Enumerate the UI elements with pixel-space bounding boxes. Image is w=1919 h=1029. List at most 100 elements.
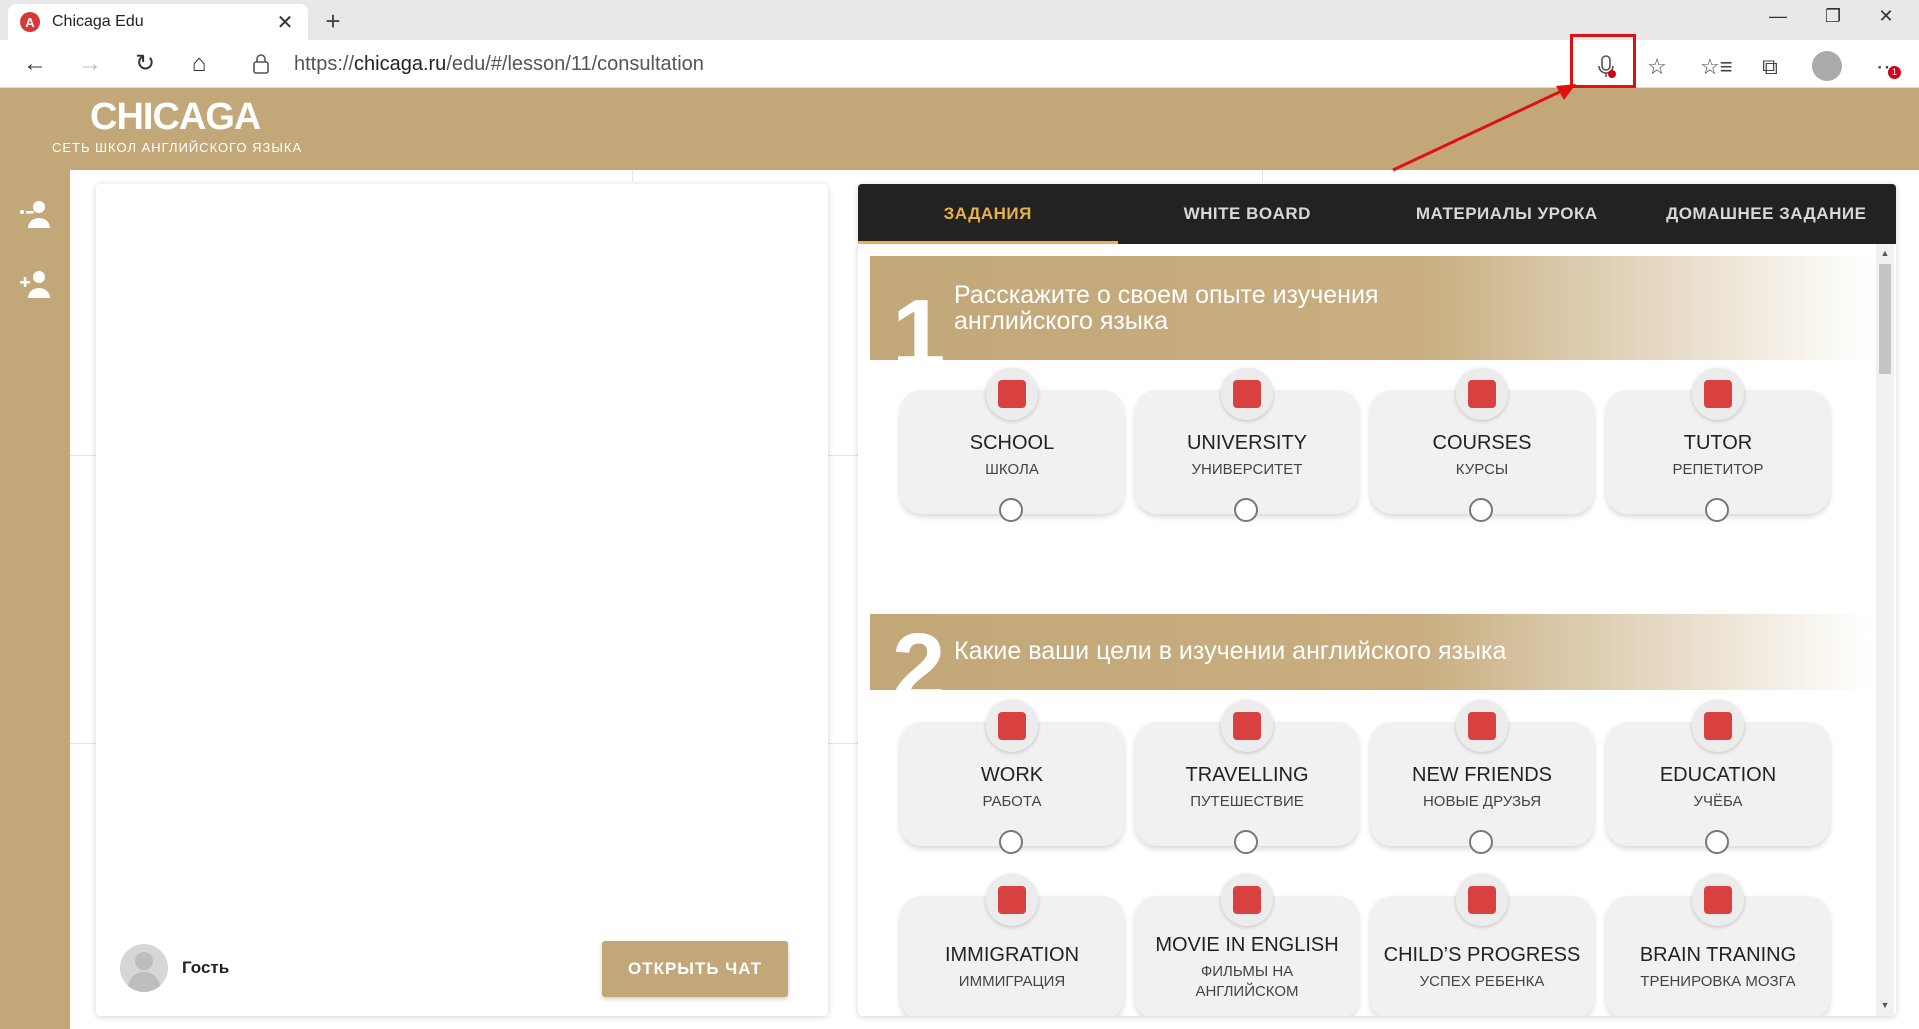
- option-card[interactable]: CHILD’S PROGRESS УСПЕХ РЕБЕНКА: [1370, 874, 1594, 1016]
- option-label-ru: ПУТЕШЕСТВИЕ: [1190, 793, 1304, 810]
- option-card[interactable]: TRAVELLING ПУТЕШЕСТВИЕ: [1135, 700, 1359, 854]
- option-label-ru: ТРЕНИРОВКА МОЗГА: [1640, 973, 1796, 990]
- option-label-ru: НОВЫЕ ДРУЗЬЯ: [1422, 793, 1542, 810]
- option-radio[interactable]: [999, 498, 1023, 522]
- collections-icon[interactable]: ⧉: [1755, 52, 1785, 82]
- open-chat-button[interactable]: ОТКРЫТЬ ЧАТ: [602, 941, 788, 997]
- option-label-en: WORK: [980, 764, 1044, 786]
- option-card[interactable]: TUTOR РЕПЕТИТОР: [1606, 368, 1830, 522]
- notification-badge: 1: [1888, 66, 1901, 79]
- graduate-icon: [1692, 700, 1744, 752]
- option-card[interactable]: UNIVERSITY УНИВЕРСИТЕТ: [1135, 368, 1359, 522]
- site-header: CHICAGA СЕТЬ ШКОЛ АНГЛИЙСКОГО ЯЗЫКА: [0, 88, 1919, 170]
- option-label-ru: РЕПЕТИТОР: [1672, 461, 1764, 478]
- tasks-scroll-area[interactable]: 1 Расскажите о своем опыте изучения англ…: [858, 244, 1896, 1016]
- scroll-up-icon[interactable]: ▲: [1880, 248, 1890, 258]
- close-tab-icon[interactable]: ✕: [274, 10, 296, 35]
- option-label-ru: ФИЛЬМЫ НА АНГЛИЙСКОМ: [1195, 963, 1299, 1000]
- highlight-box: [1570, 34, 1636, 88]
- option-label-en: EDUCATION: [1659, 764, 1777, 786]
- child-icon: [1456, 874, 1508, 926]
- option-card[interactable]: COURSES КУРСЫ: [1370, 368, 1594, 522]
- chat-panel: Гость ОТКРЫТЬ ЧАТ: [96, 184, 828, 1016]
- home-icon[interactable]: ⌂: [182, 48, 216, 80]
- scroll-thumb[interactable]: [1879, 264, 1891, 374]
- option-label-en: TUTOR: [1683, 432, 1753, 454]
- option-card[interactable]: WORK РАБОТА: [900, 700, 1124, 854]
- option-label-en: MOVIE IN ENGLISH: [1155, 934, 1339, 956]
- minimize-icon[interactable]: —: [1758, 6, 1798, 27]
- back-icon[interactable]: ←: [18, 48, 52, 80]
- lesson-panel: ЗАДАНИЯ WHITE BOARD МАТЕРИАЛЫ УРОКА ДОМА…: [858, 184, 1896, 1016]
- option-radio[interactable]: [1705, 498, 1729, 522]
- travel-icon: [1221, 700, 1273, 752]
- option-radio[interactable]: [1469, 498, 1493, 522]
- option-label-ru: КУРСЫ: [1455, 461, 1509, 478]
- section-2-header: 2 Какие ваши цели в изучении английского…: [870, 614, 1870, 690]
- address-bar[interactable]: https://chicaga.ru/edu/#/lesson/11/consu…: [236, 45, 1706, 83]
- browser-tab[interactable]: A Chicaga Edu ✕: [8, 4, 308, 40]
- university-icon: [1221, 368, 1273, 420]
- option-radio[interactable]: [1234, 498, 1258, 522]
- reload-icon[interactable]: ↻: [128, 48, 162, 80]
- option-label-ru: УСПЕХ РЕБЕНКА: [1419, 973, 1545, 990]
- option-label-en: CHILD’S PROGRESS: [1383, 944, 1581, 966]
- new-tab-button[interactable]: +: [318, 6, 348, 37]
- user-list-icon[interactable]: [18, 198, 52, 232]
- tab-tasks[interactable]: ЗАДАНИЯ: [858, 184, 1118, 244]
- url-text: https://chicaga.ru/edu/#/lesson/11/consu…: [294, 52, 704, 75]
- lock-icon[interactable]: [252, 54, 270, 74]
- option-label-en: SCHOOL: [969, 432, 1055, 454]
- briefcase-icon: [986, 700, 1038, 752]
- option-label-en: BRAIN TRANING: [1639, 944, 1797, 966]
- scrollbar[interactable]: ▲ ▼: [1876, 244, 1894, 1016]
- site-logo-subtitle: СЕТЬ ШКОЛ АНГЛИЙСКОГО ЯЗЫКА: [52, 140, 303, 155]
- option-label-en: IMMIGRATION: [944, 944, 1080, 966]
- friends-icon: [1456, 700, 1508, 752]
- add-favorite-icon[interactable]: ☆: [1642, 52, 1672, 82]
- site-logo[interactable]: CHICAGA: [90, 96, 261, 139]
- guest-avatar: [120, 944, 168, 992]
- option-card[interactable]: SCHOOL ШКОЛА: [900, 368, 1124, 522]
- school-icon: [986, 368, 1038, 420]
- option-card[interactable]: NEW FRIENDS НОВЫЕ ДРУЗЬЯ: [1370, 700, 1594, 854]
- section-title: Какие ваши цели в изучении английского я…: [954, 637, 1507, 665]
- option-label-en: NEW FRIENDS: [1412, 764, 1552, 786]
- profile-avatar[interactable]: [1812, 51, 1842, 81]
- tab-lesson-materials[interactable]: МАТЕРИАЛЫ УРОКА: [1377, 184, 1637, 244]
- brain-icon: [1692, 874, 1744, 926]
- option-label-ru: УНИВЕРСИТЕТ: [1191, 461, 1303, 478]
- forward-icon[interactable]: →: [73, 48, 107, 80]
- sidebar: [0, 170, 70, 1029]
- option-card[interactable]: BRAIN TRANING ТРЕНИРОВКА МОЗГА: [1606, 874, 1830, 1016]
- option-label-en: TRAVELLING: [1185, 764, 1309, 786]
- tab-title: Chicaga Edu: [52, 13, 144, 30]
- guest-name: Гость: [182, 958, 230, 977]
- tab-white-board[interactable]: WHITE BOARD: [1118, 184, 1378, 244]
- immigration-icon: [986, 874, 1038, 926]
- favorites-icon[interactable]: ☆≡: [1700, 52, 1733, 82]
- option-label-ru: ШКОЛА: [985, 461, 1039, 478]
- courses-icon: [1456, 368, 1508, 420]
- lesson-tabs: ЗАДАНИЯ WHITE BOARD МАТЕРИАЛЫ УРОКА ДОМА…: [858, 184, 1896, 244]
- option-label-en: COURSES: [1432, 432, 1532, 454]
- chicaga-favicon-icon: A: [20, 12, 40, 32]
- option-radio[interactable]: [1234, 830, 1258, 854]
- close-window-icon[interactable]: ✕: [1866, 6, 1906, 27]
- section-number: 1: [892, 280, 946, 361]
- option-label-ru: УЧЁБА: [1693, 793, 1743, 810]
- tutor-icon: [1692, 368, 1744, 420]
- scroll-down-icon[interactable]: ▼: [1880, 1000, 1890, 1010]
- option-radio[interactable]: [1705, 830, 1729, 854]
- tab-homework[interactable]: ДОМАШНЕЕ ЗАДАНИЕ: [1637, 184, 1897, 244]
- section-number: 2: [892, 614, 946, 691]
- option-card[interactable]: EDUCATION УЧЁБА: [1606, 700, 1830, 854]
- option-radio[interactable]: [1469, 830, 1493, 854]
- option-card[interactable]: IMMIGRATION ИММИГРАЦИЯ: [900, 874, 1124, 1016]
- section-title: Расскажите о своем опыте изучения англий…: [954, 281, 1379, 336]
- option-radio[interactable]: [999, 830, 1023, 854]
- restore-icon[interactable]: ❐: [1813, 6, 1853, 27]
- option-card[interactable]: MOVIE IN ENGLISH ФИЛЬМЫ НА АНГЛИЙСКОМ: [1135, 874, 1359, 1016]
- add-user-icon[interactable]: [18, 268, 52, 302]
- option-label-en: UNIVERSITY: [1186, 432, 1308, 454]
